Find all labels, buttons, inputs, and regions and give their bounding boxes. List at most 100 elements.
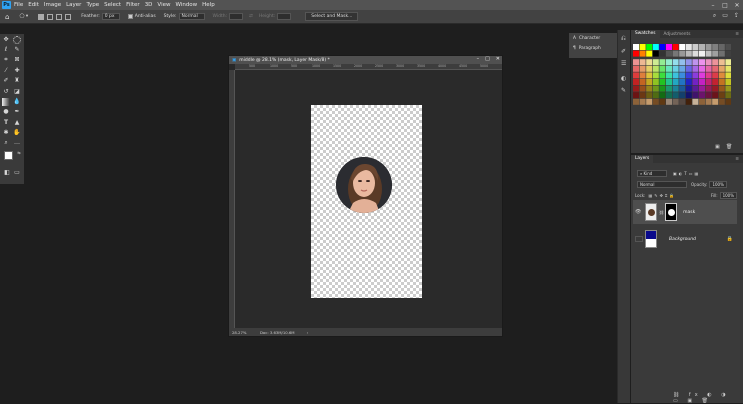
menu-file[interactable]: File <box>14 2 23 8</box>
color-swatch[interactable] <box>705 59 712 66</box>
color-swatch[interactable] <box>705 98 712 105</box>
visibility-toggle-empty[interactable] <box>635 236 643 242</box>
color-swatch[interactable] <box>679 72 686 79</box>
color-swatch[interactable] <box>679 92 686 99</box>
filter-kind-select[interactable]: ⌕ Kind <box>637 170 667 177</box>
color-swatch[interactable] <box>725 72 731 79</box>
color-swatch[interactable] <box>699 79 705 85</box>
color-swatch[interactable] <box>725 50 731 57</box>
color-swatch[interactable] <box>699 65 705 72</box>
color-swatch[interactable] <box>672 92 679 99</box>
swap-colors-icon[interactable]: ⇆ <box>15 149 23 157</box>
color-swatch[interactable] <box>699 72 705 79</box>
menu-3d[interactable]: 3D <box>145 2 153 8</box>
color-swatch[interactable] <box>672 98 679 105</box>
color-swatch[interactable] <box>712 65 719 72</box>
color-swatch[interactable] <box>672 65 679 72</box>
color-swatch[interactable] <box>705 44 712 50</box>
tab-layers[interactable]: Layers <box>631 155 654 163</box>
panel-menu-icon[interactable]: ≡ <box>731 32 743 37</box>
healing-brush-tool-icon[interactable]: ✚ <box>13 67 21 75</box>
color-swatch[interactable] <box>652 44 659 50</box>
color-swatch[interactable] <box>699 59 705 66</box>
color-swatch[interactable] <box>652 85 659 92</box>
brush-tool-icon[interactable]: ✐ <box>2 77 10 85</box>
color-swatch[interactable] <box>718 65 725 72</box>
color-swatch[interactable] <box>633 79 639 85</box>
color-swatch[interactable] <box>652 98 659 105</box>
antialias-checkbox[interactable] <box>127 14 133 19</box>
color-swatch[interactable] <box>633 65 639 72</box>
color-swatch[interactable] <box>672 85 679 92</box>
maximize-icon[interactable]: □ <box>719 2 731 9</box>
color-swatch[interactable] <box>646 65 653 72</box>
zoom-level[interactable]: 28.27% <box>232 330 260 335</box>
type-tool-icon[interactable]: T <box>2 119 10 127</box>
lock-icon[interactable]: 🔒 <box>727 236 733 242</box>
zoom-tool-icon[interactable]: ⌕ <box>2 139 10 147</box>
color-swatch[interactable] <box>652 59 659 66</box>
layer-mask-thumbnail[interactable] <box>665 203 678 221</box>
color-swatch[interactable] <box>712 59 719 66</box>
minimize-icon[interactable]: – <box>707 2 719 9</box>
color-swatch[interactable] <box>646 72 653 79</box>
color-swatch[interactable] <box>633 98 639 105</box>
color-swatch[interactable] <box>718 92 725 99</box>
color-swatch[interactable] <box>652 92 659 99</box>
menu-edit[interactable]: Edit <box>28 2 39 8</box>
color-swatch[interactable] <box>659 59 666 66</box>
color-swatch[interactable] <box>639 65 646 72</box>
transparent-canvas[interactable] <box>311 105 422 298</box>
color-swatch[interactable] <box>725 44 731 50</box>
color-swatch[interactable] <box>692 79 699 85</box>
layer-filter-icons[interactable]: ▣◐T▭▦ <box>673 171 700 176</box>
color-swatch[interactable] <box>633 72 639 79</box>
color-swatch[interactable] <box>659 85 666 92</box>
lasso-tool-icon[interactable]: ℓ <box>2 46 10 54</box>
properties-panel-icon[interactable]: ☰ <box>621 60 626 67</box>
eraser-tool-icon[interactable]: ◪ <box>13 88 21 96</box>
color-swatch[interactable] <box>666 79 672 85</box>
color-swatch[interactable] <box>699 92 705 99</box>
menu-view[interactable]: View <box>157 2 170 8</box>
color-swatch[interactable] <box>659 92 666 99</box>
color-swatch[interactable] <box>666 44 672 50</box>
document-title-bar[interactable]: ▣ middle @ 28.1% (mask, Layer Mask/8) * … <box>229 56 502 64</box>
color-swatch[interactable] <box>659 98 666 105</box>
color-swatch[interactable] <box>712 92 719 99</box>
color-swatch[interactable] <box>652 65 659 72</box>
color-swatch[interactable] <box>652 79 659 85</box>
color-swatch[interactable] <box>725 59 731 66</box>
color-swatch[interactable] <box>718 44 725 50</box>
marquee-tool-preset-icon[interactable]: ◯ ▾ <box>19 14 28 19</box>
color-swatch[interactable] <box>718 79 725 85</box>
status-menu-arrow-icon[interactable]: › <box>307 330 309 335</box>
tab-adjustments[interactable]: Adjustments <box>660 32 695 37</box>
color-swatch[interactable] <box>699 44 705 50</box>
color-swatch[interactable] <box>712 44 719 50</box>
home-icon[interactable]: ⌂ <box>5 13 9 21</box>
add-selection-icon[interactable] <box>47 13 54 20</box>
color-swatch[interactable] <box>725 79 731 85</box>
color-swatch[interactable] <box>692 59 699 66</box>
color-swatch[interactable] <box>685 72 692 79</box>
color-swatch[interactable] <box>639 79 646 85</box>
menu-filter[interactable]: Filter <box>126 2 140 8</box>
color-swatch[interactable] <box>666 65 672 72</box>
color-swatch[interactable] <box>718 98 725 105</box>
color-swatch[interactable] <box>679 98 686 105</box>
color-swatch[interactable] <box>646 79 653 85</box>
height-input[interactable] <box>277 13 292 20</box>
layer-actions[interactable]: ⛓ fx ◐ ◑ ▭ ▣ 🗑 <box>669 392 743 404</box>
menu-select[interactable]: Select <box>104 2 121 8</box>
blend-mode-select[interactable]: Normal <box>637 181 687 188</box>
new-swatch-icon[interactable]: ▣ <box>715 144 720 150</box>
color-swatch[interactable] <box>659 79 666 85</box>
swap-wh-icon[interactable]: ⇄ <box>249 14 253 19</box>
color-swatch[interactable] <box>705 92 712 99</box>
color-panel-icon[interactable]: ◐ <box>621 75 626 82</box>
color-swatch[interactable] <box>666 98 672 105</box>
clone-stamp-tool-icon[interactable]: ♜ <box>13 77 21 85</box>
color-swatch[interactable] <box>699 85 705 92</box>
color-swatch[interactable] <box>646 85 653 92</box>
